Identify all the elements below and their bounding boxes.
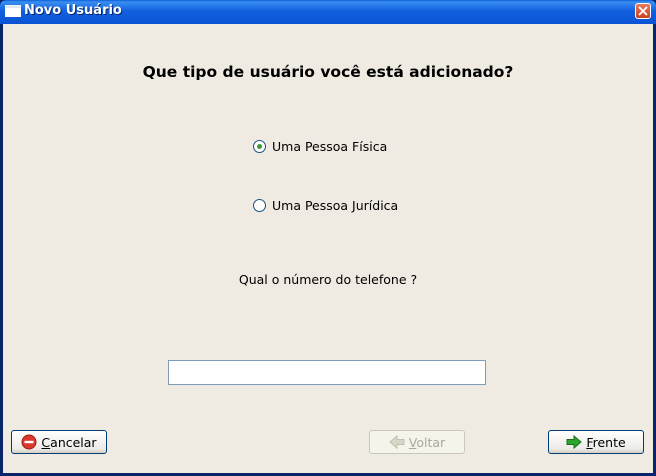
close-button[interactable]	[635, 3, 651, 19]
window-title: Novo Usuário	[24, 3, 122, 18]
cancel-button[interactable]: Cancelar	[11, 430, 107, 454]
radio-button-unchecked[interactable]	[253, 199, 266, 212]
back-label: Voltar	[408, 434, 446, 450]
window-icon	[5, 5, 21, 17]
dialog-body: Que tipo de usuário você está adicionado…	[3, 24, 653, 473]
arrow-left-icon	[389, 434, 405, 450]
phone-input[interactable]	[168, 360, 486, 385]
forward-button[interactable]: Frente	[548, 430, 644, 454]
back-button[interactable]: Voltar	[369, 430, 465, 454]
radio-pessoa-fisica[interactable]: Uma Pessoa Física	[253, 139, 387, 154]
close-icon	[638, 6, 648, 16]
dialog-window: Novo Usuário Que tipo de usuário você es…	[0, 0, 656, 476]
arrow-right-icon	[566, 434, 583, 450]
cancel-label: Cancelar	[41, 434, 97, 450]
radio-label-juridica: Uma Pessoa Jurídica	[272, 198, 399, 213]
radio-pessoa-juridica[interactable]: Uma Pessoa Jurídica	[253, 198, 398, 213]
title-bar[interactable]: Novo Usuário	[0, 0, 656, 24]
cancel-icon	[21, 434, 37, 450]
forward-label: Frente	[586, 434, 626, 450]
radio-label-fisica: Uma Pessoa Física	[272, 139, 388, 154]
radio-button-checked[interactable]	[253, 140, 266, 153]
question-heading: Que tipo de usuário você está adicionado…	[142, 63, 514, 81]
phone-label: Qual o número do telefone ?	[238, 272, 418, 287]
